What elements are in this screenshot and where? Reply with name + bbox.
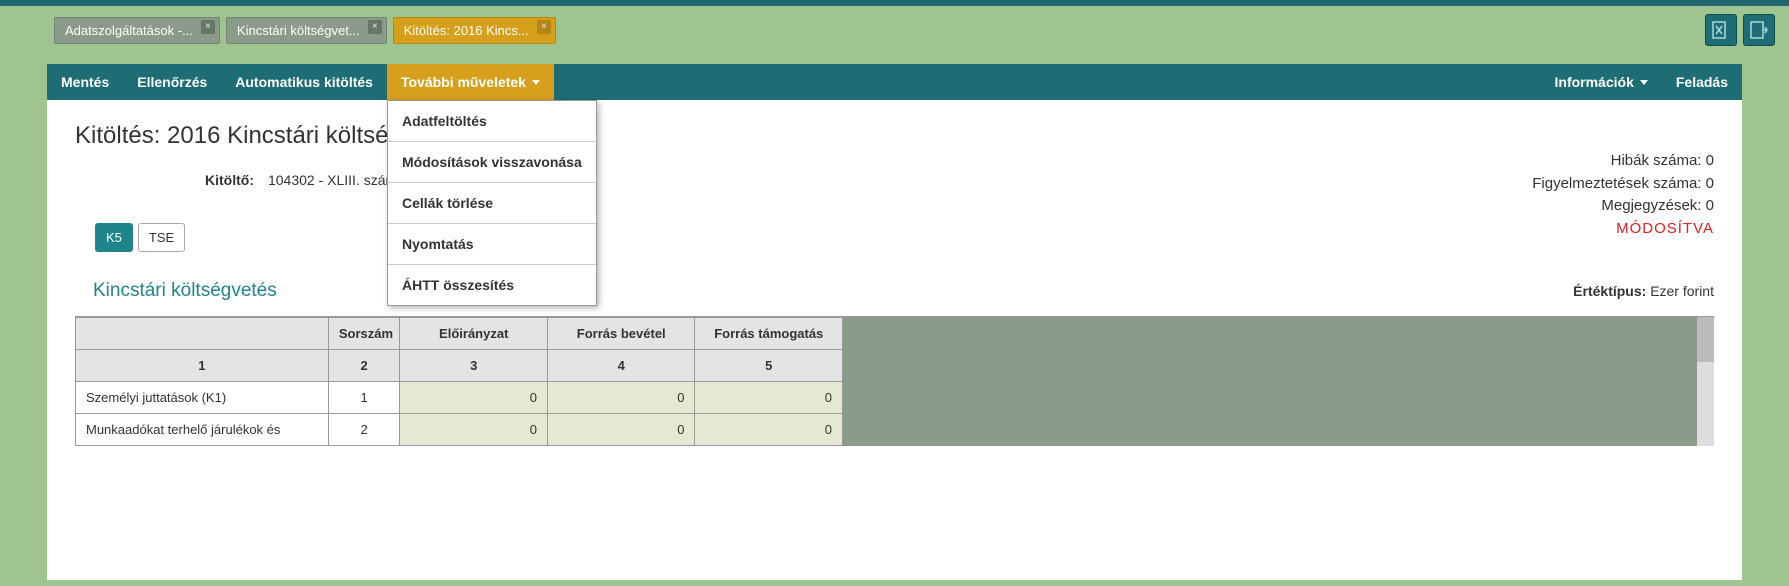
menu-more-ops[interactable]: További műveletek [387,64,554,100]
col-num: 5 [695,350,843,382]
dropdown-upload[interactable]: Adatfeltöltés [388,101,596,142]
data-table: Sorszám Előirányzat Forrás bevétel Forrá… [75,317,843,446]
vertical-scrollbar[interactable] [1697,317,1714,446]
col-num: 3 [400,350,548,382]
menu-label: Információk [1555,74,1634,90]
cell-value[interactable]: 0 [547,382,695,414]
section-title: Kincstári költségvetés [93,280,277,302]
page-title: Kitöltés: 2016 Kincstári költsé [75,122,1714,150]
col-num: 1 [76,350,329,382]
window-tabs: Adatszolgáltatások -... × Kincstári költ… [54,17,1697,44]
row-label: Munkaadókat terhelő járulékok és [76,414,329,446]
col-header-empty [76,318,329,350]
menu-label: Ellenőrzés [137,74,207,90]
chevron-down-icon [1640,80,1648,85]
status-modified: MÓDOSÍTVA [1532,218,1714,241]
tab-k5[interactable]: K5 [95,223,133,252]
menu-save[interactable]: Mentés [47,64,123,100]
menu-submit[interactable]: Feladás [1662,64,1742,100]
errors-count: 0 [1706,152,1714,169]
status-block: Hibák száma: 0 Figyelmeztetések száma: 0… [1532,150,1714,240]
chevron-down-icon [532,80,540,85]
empty-table-area [843,317,1714,446]
export-excel-icon[interactable] [1705,14,1737,46]
table-row: Munkaadókat terhelő járulékok és 2 0 0 0 [76,414,843,446]
col-num: 2 [328,350,400,382]
dropdown-summary[interactable]: ÁHTT összesítés [388,265,596,305]
col-header-forras-bevetel: Forrás bevétel [547,318,695,350]
col-header-sorszam: Sorszám [328,318,400,350]
menu-info[interactable]: Információk [1541,64,1662,100]
cell-value[interactable]: 0 [695,382,843,414]
dropdown-print[interactable]: Nyomtatás [388,224,596,265]
row-num: 2 [328,414,400,446]
close-icon[interactable]: × [537,20,551,34]
tab-kincstari[interactable]: Kincstári költségvet... × [226,17,387,44]
col-header-forras-tamogatas: Forrás támogatás [695,318,843,350]
row-label: Személyi juttatások (K1) [76,382,329,414]
tab-label: Kincstári költségvet... [237,23,360,38]
tab-adatszolgaltatasok[interactable]: Adatszolgáltatások -... × [54,17,220,44]
menu-label: Feladás [1676,74,1728,90]
col-num: 4 [547,350,695,382]
table-row: Személyi juttatások (K1) 1 0 0 0 [76,382,843,414]
menu-autofill[interactable]: Automatikus kitöltés [221,64,387,100]
menu-check[interactable]: Ellenőrzés [123,64,221,100]
cell-value[interactable]: 0 [547,414,695,446]
menu-label: Automatikus kitöltés [235,74,373,90]
menu-label: További műveletek [401,74,526,90]
value-type: Értéktípus: Ezer forint [1573,283,1714,299]
row-num: 1 [328,382,400,414]
cell-value[interactable]: 0 [400,414,548,446]
tab-label: Kitöltés: 2016 Kincs... [404,23,529,38]
tab-kitoltes-active[interactable]: Kitöltés: 2016 Kincs... × [393,17,556,44]
dropdown-clear[interactable]: Cellák törlése [388,183,596,224]
main-menubar: Mentés Ellenőrzés Automatikus kitöltés T… [47,64,1742,100]
more-ops-dropdown: Adatfeltöltés Módosítások visszavonása C… [387,100,597,306]
close-icon[interactable]: × [201,20,215,34]
cell-value[interactable]: 0 [695,414,843,446]
col-header-eloiranyzat: Előirányzat [400,318,548,350]
warnings-count: 0 [1706,175,1714,192]
cell-value[interactable]: 0 [400,382,548,414]
tab-tse[interactable]: TSE [138,223,185,252]
scrollbar-thumb[interactable] [1697,317,1714,362]
dropdown-revert[interactable]: Módosítások visszavonása [388,142,596,183]
close-icon[interactable]: × [368,20,382,34]
notes-count: 0 [1706,197,1714,214]
menu-label: Mentés [61,74,109,90]
filler-label: Kitöltő: [205,172,254,188]
tab-label: Adatszolgáltatások -... [65,23,193,38]
import-excel-icon[interactable] [1743,14,1775,46]
filler-value: 104302 - XLIII. szám [268,172,397,188]
